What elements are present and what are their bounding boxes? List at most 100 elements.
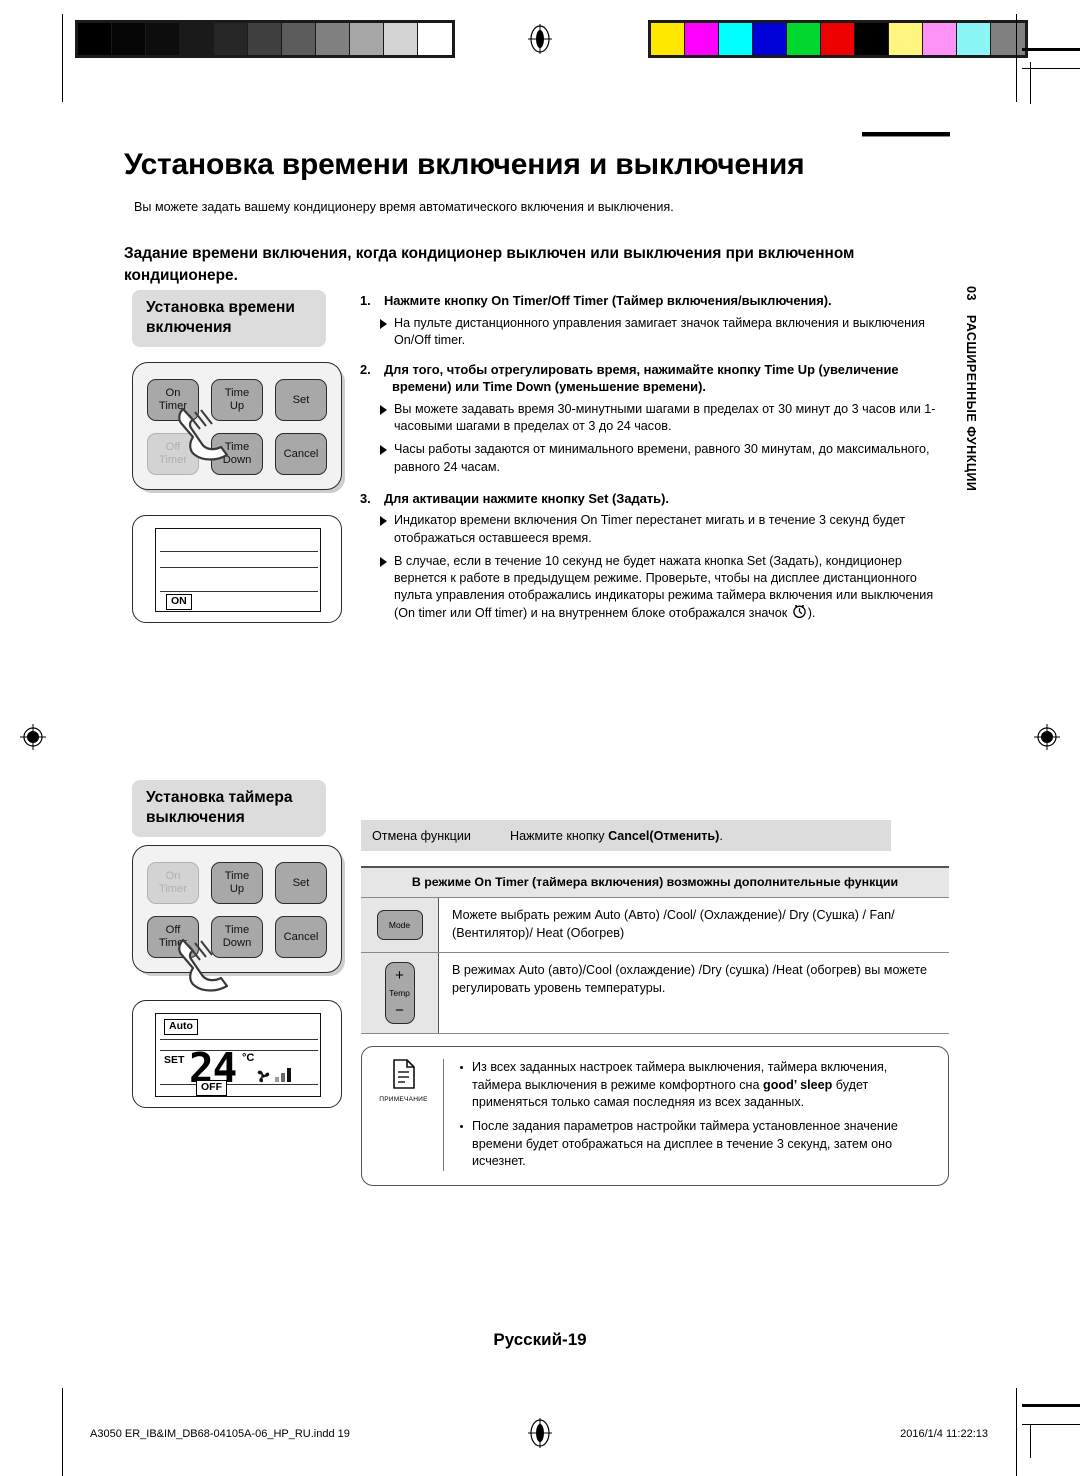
list-item: В случае, если в течение 10 секунд не бу… (360, 553, 948, 625)
lcd-display-off-timer: Auto SET 24 °C OFF (132, 1000, 342, 1108)
lcd-divider (160, 551, 318, 553)
table-cell-text: Можете выбрать режим Auto (Авто) /Cool/ … (452, 908, 895, 940)
list-item: Индикатор времени включения On Timer пер… (360, 512, 948, 546)
list-item: На пульте дистанционного управления зами… (360, 315, 948, 349)
mode-button-icon[interactable]: Mode (376, 910, 423, 941)
intro-paragraph: Вы можете задать вашему кондиционеру вре… (134, 199, 674, 214)
button-set[interactable]: Set (275, 862, 327, 904)
button-label-line1: Time (224, 870, 250, 883)
button-cancel[interactable]: Cancel (275, 916, 327, 958)
button-on-timer[interactable]: On Timer (147, 862, 199, 904)
button-time-up[interactable]: Time Up (211, 379, 263, 421)
button-label-line2: Timer (158, 937, 188, 949)
cancel-action-button-name: Cancel(Отменить) (608, 828, 720, 843)
table-row: Mode Можете выбрать режим Auto (Авто) /C… (361, 898, 949, 954)
temp-minus-label: − (395, 1001, 404, 1019)
step-number: 2. (360, 361, 371, 377)
title-rule (862, 132, 950, 137)
step-text: Нажмите кнопку On Timer/Off Timer (Тайме… (384, 293, 832, 308)
button-time-up[interactable]: Time Up (211, 862, 263, 904)
button-cancel[interactable]: Cancel (275, 433, 327, 475)
button-time-down[interactable]: Time Down (211, 916, 263, 958)
button-label-line1: Time (224, 387, 250, 400)
panel-label-off-timer: Установка таймера выключения (132, 780, 326, 837)
step-heading: 2. Для того, чтобы отрегулировать время, … (360, 361, 948, 396)
cancel-action-suffix: . (719, 828, 723, 843)
clock-icon (792, 604, 807, 624)
footer-timestamp: 2016/1/4 11:22:13 (900, 1428, 988, 1440)
bullet-text: Индикатор времени включения On Timer пер… (394, 513, 906, 545)
button-label-line1: On (165, 387, 181, 400)
note-caption: ПРИМЕЧАНИЕ (379, 1096, 428, 1103)
temp-button-label: Temp (389, 988, 410, 999)
lcd-display-on-timer: ON (132, 515, 342, 623)
temp-button-icon[interactable]: + Temp − (384, 962, 415, 1025)
bullet-dot-icon (460, 1066, 463, 1069)
table-cell-icon: Mode (361, 898, 439, 953)
button-label-line1: Set (292, 876, 310, 889)
page-number: Русский-19 (493, 1330, 587, 1349)
step-heading: 3. Для активации нажмите кнопку Set (Зада… (360, 490, 948, 508)
lcd-divider (160, 591, 318, 593)
button-set[interactable]: Set (275, 379, 327, 421)
note-document-icon (391, 1059, 417, 1094)
button-label-line2: Timer (158, 883, 188, 895)
button-off-timer[interactable]: Off Timer (147, 433, 199, 475)
note-text-bold: good’ sleep (763, 1077, 833, 1092)
remote-control-on-timer: On Timer Time Up Set Off Timer Time Down… (132, 362, 342, 490)
chapter-tab: 03 РАСШИРЕННЫЕ ФУНКЦИИ (952, 286, 978, 586)
bullet-text: Часы работы задаются от минимального вре… (394, 442, 930, 474)
triangle-bullet-icon (380, 318, 387, 329)
button-label-line2: Timer (158, 454, 188, 466)
list-item: После задания параметров настройки тайме… (458, 1118, 934, 1171)
remote-control-off-timer: On Timer Time Up Set Off Timer Time Down… (132, 845, 342, 992)
step-number: 3. (360, 490, 371, 506)
additional-functions-table: В режиме On Timer (таймера включения) во… (361, 866, 949, 1035)
list-item: Из всех заданных настроек таймера выключ… (458, 1059, 934, 1112)
chapter-number: 03 (964, 286, 978, 301)
note-box: ПРИМЕЧАНИЕ Из всех заданных настроек тай… (361, 1046, 949, 1186)
button-label-line1: Set (292, 393, 310, 406)
list-item: Часы работы задаются от минимального вре… (360, 441, 948, 475)
lcd-set-label: SET (164, 1054, 185, 1066)
bullet-text: Вы можете задавать время 30-минутными ша… (394, 402, 936, 434)
table-cell-text: В режимах Auto (авто)/Cool (охлаждение) … (452, 963, 927, 995)
button-label-line2: Down (222, 937, 252, 949)
cancel-action: Нажмите кнопку Cancel(Отменить). (510, 829, 723, 843)
button-label-line2: Up (229, 400, 245, 412)
lcd-divider (160, 1050, 318, 1052)
bullet-text-before: В случае, если в течение 10 секунд не бу… (394, 553, 934, 621)
panel-label-on-timer: Установка времени включения (132, 290, 326, 347)
instruction-steps: 1. Нажмите кнопку On Timer/Off Timer (Тай… (360, 292, 948, 630)
chapter-label: РАСШИРЕННЫЕ ФУНКЦИИ (964, 314, 978, 492)
lcd-divider (160, 567, 318, 569)
button-label-line2: Up (229, 883, 245, 895)
button-label-line1: Off (165, 441, 181, 454)
button-time-down[interactable]: Time Down (211, 433, 263, 475)
note-icon-column: ПРИМЕЧАНИЕ (372, 1059, 444, 1171)
note-text: После задания параметров настройки тайме… (472, 1118, 898, 1169)
step-heading: 1. Нажмите кнопку On Timer/Off Timer (Тай… (360, 292, 948, 310)
step-bullet-list: Вы можете задавать время 30-минутными ша… (360, 401, 948, 476)
button-label-line2: Down (222, 454, 252, 466)
button-label-line1: Time (224, 924, 250, 937)
button-label-line1: On (165, 870, 181, 883)
button-on-timer[interactable]: On Timer (147, 379, 199, 421)
lcd-divider (160, 1039, 318, 1041)
button-off-timer[interactable]: Off Timer (147, 916, 199, 958)
triangle-bullet-icon (380, 556, 387, 567)
lcd-screen: Auto SET 24 °C OFF (155, 1013, 321, 1097)
triangle-bullet-icon (380, 516, 387, 527)
button-label-line1: Off (165, 924, 181, 937)
lcd-divider (160, 1084, 318, 1086)
step-text: Для того, чтобы отрегулировать время, на… (384, 361, 899, 395)
fan-speed-bars-icon (275, 1066, 291, 1082)
step-1: 1. Нажмите кнопку On Timer/Off Timer (Тай… (360, 292, 948, 349)
registration-mark-bottom (525, 1418, 555, 1448)
page-title: Установка времени включения и выключения (124, 148, 805, 182)
lcd-temperature-unit: °C (242, 1052, 255, 1064)
bullet-text: На пульте дистанционного управления зами… (394, 315, 925, 347)
triangle-bullet-icon (380, 445, 387, 456)
step-3: 3. Для активации нажмите кнопку Set (Зада… (360, 490, 948, 625)
step-bullet-list: Индикатор времени включения On Timer пер… (360, 512, 948, 624)
